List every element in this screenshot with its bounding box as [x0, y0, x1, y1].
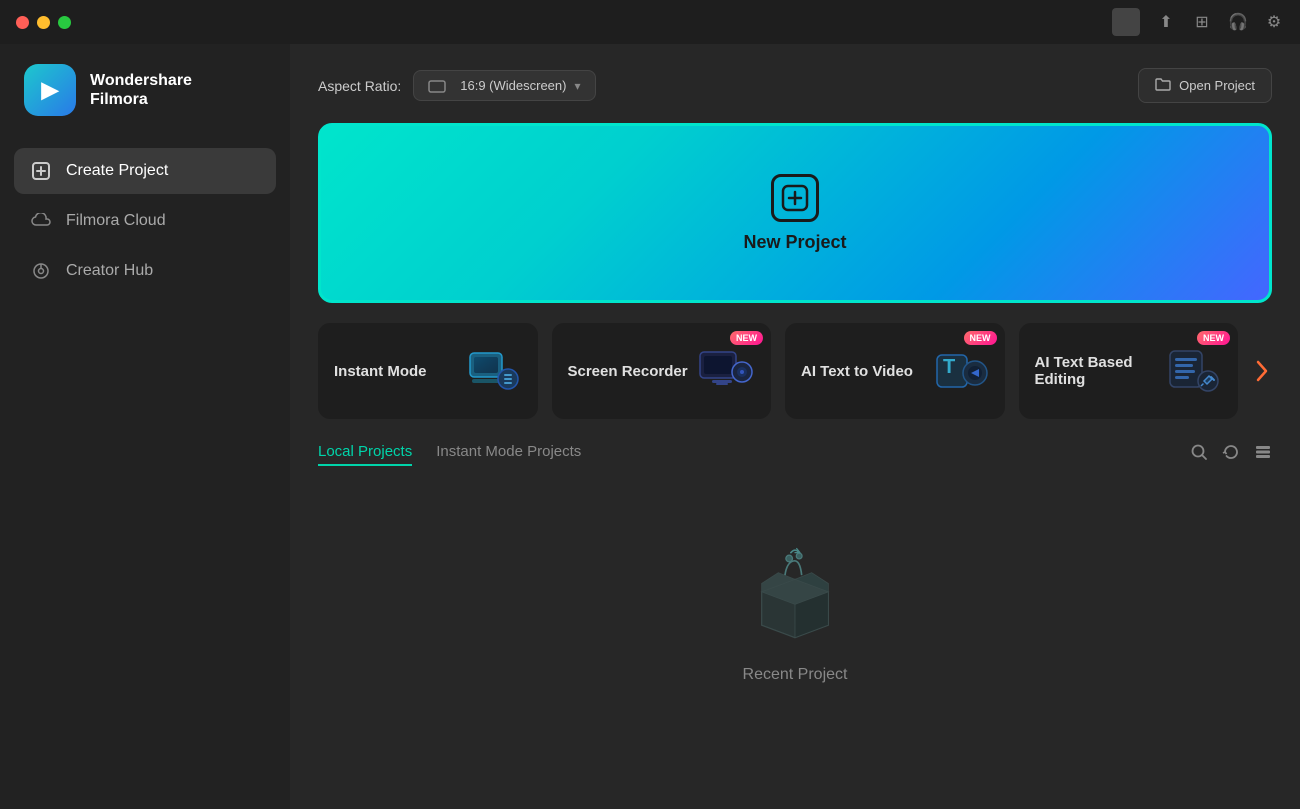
- instant-mode-icon: [462, 341, 522, 401]
- top-bar: Aspect Ratio: 16:9 (Widescreen) ▾: [318, 68, 1272, 103]
- projects-section: Local Projects Instant Mode Projects: [318, 443, 1272, 744]
- mode-cards: Instant Mode: [318, 323, 1272, 419]
- scroll-right-arrow[interactable]: [1252, 323, 1272, 419]
- chevron-down-icon: ▾: [574, 79, 580, 93]
- new-project-banner[interactable]: New Project: [318, 123, 1272, 303]
- screen-recorder-badge: NEW: [730, 331, 763, 345]
- search-icon[interactable]: [1190, 443, 1208, 466]
- ai-text-to-video-icon: T: [929, 341, 989, 401]
- titlebar-actions: ⬆ ⊞ 🎧 ⚙: [1112, 8, 1284, 36]
- mode-card-ai-text-to-video[interactable]: NEW AI Text to Video T: [785, 323, 1005, 419]
- cloud-icon: [30, 210, 52, 232]
- titlebar: ⬆ ⊞ 🎧 ⚙: [0, 0, 1300, 44]
- projects-tabs: Local Projects Instant Mode Projects: [318, 443, 581, 466]
- close-button[interactable]: [16, 16, 29, 29]
- logo-brand: Wondershare: [90, 71, 192, 90]
- ai-text-based-editing-badge: NEW: [1197, 331, 1230, 345]
- ai-text-based-editing-label: AI Text Based Editing: [1035, 354, 1163, 388]
- sidebar-item-label-hub: Creator Hub: [66, 262, 153, 280]
- projects-tabs-bar: Local Projects Instant Mode Projects: [318, 443, 1272, 466]
- empty-box-illustration: [735, 546, 855, 646]
- tab-instant-mode-projects[interactable]: Instant Mode Projects: [436, 443, 581, 466]
- sidebar-nav: Create Project Filmora Cloud: [0, 148, 290, 294]
- mode-card-screen-recorder[interactable]: NEW Screen Recorder: [552, 323, 772, 419]
- svg-text:T: T: [943, 356, 955, 378]
- minimize-button[interactable]: [37, 16, 50, 29]
- open-project-label: Open Project: [1179, 78, 1255, 93]
- settings-icon[interactable]: ⚙: [1264, 12, 1284, 32]
- aspect-ratio-dropdown[interactable]: 16:9 (Widescreen) ▾: [413, 70, 595, 101]
- projects-actions: [1190, 443, 1272, 466]
- logo-icon: ▶: [24, 64, 76, 116]
- add-icon: [30, 160, 52, 182]
- new-project-label: New Project: [743, 232, 846, 253]
- open-project-button[interactable]: Open Project: [1138, 68, 1272, 103]
- empty-state: Recent Project: [318, 486, 1272, 744]
- list-view-icon[interactable]: [1254, 443, 1272, 466]
- sidebar-item-create-project[interactable]: Create Project: [14, 148, 276, 194]
- ai-text-to-video-label: AI Text to Video: [801, 363, 929, 380]
- grid-icon[interactable]: ⊞: [1192, 12, 1212, 32]
- screen-recorder-label: Screen Recorder: [568, 363, 696, 380]
- maximize-button[interactable]: [58, 16, 71, 29]
- logo-text: Wondershare Filmora: [90, 71, 192, 109]
- aspect-ratio-label: Aspect Ratio:: [318, 78, 401, 94]
- main-content: Aspect Ratio: 16:9 (Widescreen) ▾: [290, 44, 1300, 809]
- ai-text-to-video-badge: NEW: [964, 331, 997, 345]
- screen-recorder-icon: [695, 341, 755, 401]
- instant-mode-label: Instant Mode: [334, 363, 462, 380]
- logo: ▶ Wondershare Filmora: [0, 64, 290, 148]
- mode-card-instant-mode[interactable]: Instant Mode: [318, 323, 538, 419]
- screen-icon: [428, 78, 452, 93]
- mode-card-ai-text-based-editing[interactable]: NEW AI Text Based Editing: [1019, 323, 1239, 419]
- hub-icon: [30, 260, 52, 282]
- empty-state-label: Recent Project: [743, 666, 848, 684]
- upload-icon[interactable]: ⬆: [1156, 12, 1176, 32]
- new-project-plus-icon: [771, 174, 819, 222]
- aspect-ratio-value: 16:9 (Widescreen): [460, 78, 566, 93]
- traffic-lights: [16, 16, 71, 29]
- sidebar-item-creator-hub[interactable]: Creator Hub: [14, 248, 276, 294]
- aspect-ratio-section: Aspect Ratio: 16:9 (Widescreen) ▾: [318, 70, 596, 101]
- avatar[interactable]: [1112, 8, 1140, 36]
- sidebar-item-label-cloud: Filmora Cloud: [66, 212, 166, 230]
- app-body: ▶ Wondershare Filmora Create Project: [0, 44, 1300, 809]
- logo-product: Filmora: [90, 90, 192, 109]
- folder-icon: [1155, 77, 1171, 94]
- headset-icon[interactable]: 🎧: [1228, 12, 1248, 32]
- refresh-icon[interactable]: [1222, 443, 1240, 466]
- tab-local-projects[interactable]: Local Projects: [318, 443, 412, 466]
- sidebar-item-label-create: Create Project: [66, 162, 168, 180]
- sidebar: ▶ Wondershare Filmora Create Project: [0, 44, 290, 809]
- ai-text-based-editing-icon: [1162, 341, 1222, 401]
- sidebar-item-filmora-cloud[interactable]: Filmora Cloud: [14, 198, 276, 244]
